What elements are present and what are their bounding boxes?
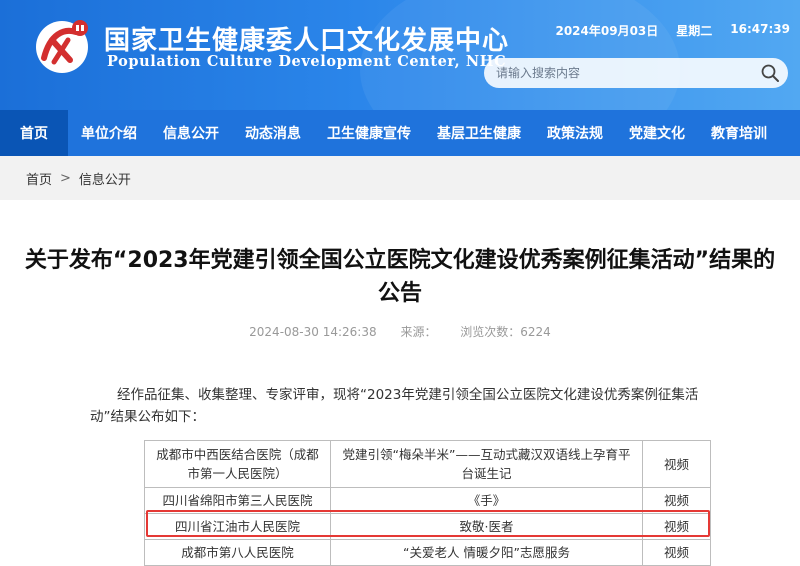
site-header: 国家卫生健康委人口文化发展中心 Population Culture Devel… [0, 0, 800, 110]
nav-item-about[interactable]: 单位介绍 [68, 110, 150, 156]
table-row: 成都市第八人民医院 “关爱老人 情暖夕阳”志愿服务 视频 [144, 539, 711, 566]
breadcrumb-bar: 首页 > 信息公开 [0, 156, 800, 200]
breadcrumb-separator: > [60, 171, 71, 186]
cell-type: 视频 [642, 513, 711, 540]
article-title: 关于发布“2023年党建引领全国公立医院文化建设优秀案例征集活动”结果的公告 [24, 248, 776, 306]
breadcrumb-current-link[interactable]: 信息公开 [79, 169, 131, 188]
current-time: 16:47:39 [730, 22, 790, 36]
main-nav: 首页 单位介绍 信息公开 动态消息 卫生健康宣传 基层卫生健康 政策法规 党建文… [0, 110, 800, 156]
table-row: 成都市中西医结合医院（成都市第一人民医院） 党建引领“梅朵半米”——互动式藏汉双… [144, 440, 711, 488]
cell-type: 视频 [642, 539, 711, 566]
nav-item-party-culture[interactable]: 党建文化 [616, 110, 698, 156]
breadcrumb: 首页 > 信息公开 [26, 169, 131, 188]
cell-hospital: 成都市第八人民医院 [144, 539, 331, 566]
nav-item-news[interactable]: 动态消息 [232, 110, 314, 156]
search-icon[interactable] [760, 63, 780, 83]
datetime-display: 2024年09月03日 星期二 16:47:39 [555, 22, 790, 39]
article-views: 浏览次数：6224 [460, 325, 551, 339]
site-title: 国家卫生健康委人口文化发展中心 [104, 26, 510, 56]
table-row: 四川省绵阳市第三人民医院 《手》 视频 [144, 487, 711, 514]
cell-case-title: 致敬·医者 [330, 513, 643, 540]
cell-hospital: 成都市中西医结合医院（成都市第一人民医院） [144, 440, 331, 488]
article-source: 来源： [400, 325, 437, 339]
search-input[interactable] [496, 58, 746, 88]
cell-type: 视频 [642, 487, 711, 514]
cell-case-title: 《手》 [330, 487, 643, 514]
table-row-highlighted: 四川省江油市人民医院 致敬·医者 视频 [144, 513, 711, 540]
results-table: 成都市中西医结合医院（成都市第一人民医院） 党建引领“梅朵半米”——互动式藏汉双… [144, 440, 711, 566]
article-meta: 2024-08-30 14:26:38 来源： 浏览次数：6224 [0, 323, 800, 340]
cell-case-title: “关爱老人 情暖夕阳”志愿服务 [330, 539, 643, 566]
nav-item-education[interactable]: 教育培训 [698, 110, 780, 156]
cell-hospital: 四川省绵阳市第三人民医院 [144, 487, 331, 514]
cell-case-title: 党建引领“梅朵半米”——互动式藏汉双语线上孕育平台诞生记 [330, 440, 643, 488]
current-date: 2024年09月03日 [555, 24, 659, 38]
breadcrumb-home-link[interactable]: 首页 [26, 169, 52, 188]
cell-hospital: 四川省江油市人民医院 [144, 513, 331, 540]
nav-item-home[interactable]: 首页 [0, 110, 68, 156]
nav-item-primary-health[interactable]: 基层卫生健康 [424, 110, 534, 156]
nav-item-info-disclosure[interactable]: 信息公开 [150, 110, 232, 156]
nav-item-health-promotion[interactable]: 卫生健康宣传 [314, 110, 424, 156]
site-subtitle: Population Culture Development Center, N… [107, 53, 507, 70]
article-intro: 经作品征集、收集整理、专家评审，现将“2023年党建引领全国公立医院文化建设优秀… [90, 387, 699, 425]
center-logo-icon[interactable] [30, 14, 94, 78]
cell-type: 视频 [642, 440, 711, 488]
article-date: 2024-08-30 14:26:38 [249, 325, 377, 339]
current-weekday: 星期二 [676, 24, 713, 38]
search-box [484, 58, 788, 88]
nav-item-policies[interactable]: 政策法规 [534, 110, 616, 156]
